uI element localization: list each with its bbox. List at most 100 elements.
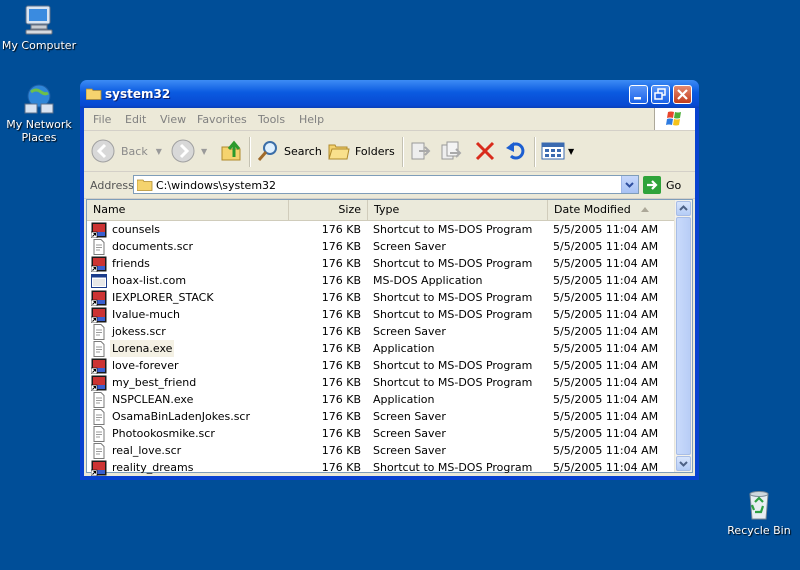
desktop-icon-recycle-bin[interactable]: Recycle Bin xyxy=(720,488,798,537)
file-size: 176 KB xyxy=(321,223,361,236)
scroll-down-button[interactable] xyxy=(676,456,691,471)
delete-button[interactable] xyxy=(474,139,496,163)
file-size: 176 KB xyxy=(321,393,361,406)
move-to-button[interactable] xyxy=(409,139,431,163)
file-date-modified: 5/5/2005 11:04 AM xyxy=(553,257,659,270)
file-row[interactable]: Lorena.exe 176 KB Application 5/5/2005 11:0… xyxy=(87,340,675,357)
back-button[interactable]: Back ▼ xyxy=(91,139,162,163)
file-row[interactable]: Photookosmike.scr 176 KB Screen Saver 5/5/2… xyxy=(87,425,675,442)
file-row[interactable]: love-forever 176 KB Shortcut to MS-DOS Pro… xyxy=(87,357,675,374)
menu-favorites[interactable]: Favorites xyxy=(197,113,247,126)
views-button[interactable]: ▼ xyxy=(541,139,574,163)
file-name-cell: Lorena.exe xyxy=(91,340,175,357)
window-title: system32 xyxy=(105,87,171,101)
file-type: Screen Saver xyxy=(373,325,446,338)
column-header-name[interactable]: Name xyxy=(87,200,289,220)
go-button[interactable]: Go xyxy=(643,176,681,194)
column-header-type[interactable]: Type xyxy=(368,200,548,220)
standard-toolbar: Back ▼ ▼ Search Folders ▼ xyxy=(84,131,695,172)
file-name: friends xyxy=(112,257,150,270)
chevron-down-icon xyxy=(679,461,688,467)
file-row[interactable]: documents.scr 176 KB Screen Saver 5/5/2005 … xyxy=(87,238,675,255)
file-type: Shortcut to MS-DOS Program xyxy=(373,223,533,236)
address-label: Address xyxy=(90,179,134,192)
file-type: Application xyxy=(373,342,435,355)
menu-tools[interactable]: Tools xyxy=(258,113,285,126)
up-folder-button[interactable] xyxy=(220,139,244,163)
msdos-shortcut-icon xyxy=(90,375,107,391)
file-row[interactable]: counsels 176 KB Shortcut to MS-DOS Program… xyxy=(87,221,675,238)
column-header-date-label: Date Modified xyxy=(554,203,631,216)
msdos-shortcut-icon xyxy=(90,256,107,272)
menu-view[interactable]: View xyxy=(160,113,186,126)
desktop-icon-my-computer[interactable]: My Computer xyxy=(0,3,78,52)
scroll-thumb[interactable] xyxy=(676,217,691,455)
file-row[interactable]: my_best_friend 176 KB Shortcut to MS-DOS P… xyxy=(87,374,675,391)
file-date-modified: 5/5/2005 11:04 AM xyxy=(553,291,659,304)
file-type: Screen Saver xyxy=(373,410,446,423)
column-header-size[interactable]: Size xyxy=(289,200,368,220)
file-row[interactable]: friends 176 KB Shortcut to MS-DOS Program 5… xyxy=(87,255,675,272)
file-row[interactable]: NSPCLEAN.exe 176 KB Application 5/5/2005 11… xyxy=(87,391,675,408)
msdos-shortcut-icon xyxy=(90,460,107,476)
file-date-modified: 5/5/2005 11:04 AM xyxy=(553,223,659,236)
recycle-bin-icon xyxy=(742,488,776,522)
file-date-modified: 5/5/2005 11:04 AM xyxy=(553,376,659,389)
file-name-cell: friends xyxy=(90,255,152,272)
msdos-app-icon xyxy=(91,273,107,289)
menu-file[interactable]: File xyxy=(93,113,111,126)
file-row[interactable]: reality_dreams 176 KB Shortcut to MS-DOS P… xyxy=(87,459,675,476)
file-name: love-forever xyxy=(112,359,179,372)
column-header-date[interactable]: Date Modified xyxy=(548,200,675,220)
file-name-cell: counsels xyxy=(90,221,162,238)
file-row[interactable]: Ivalue-much 176 KB Shortcut to MS-DOS Prog… xyxy=(87,306,675,323)
close-button[interactable] xyxy=(673,85,692,104)
file-row[interactable]: IEXPLORER_STACK 176 KB Shortcut to MS-DOS … xyxy=(87,289,675,306)
file-date-modified: 5/5/2005 11:04 AM xyxy=(553,359,659,372)
file-size: 176 KB xyxy=(321,359,361,372)
title-bar[interactable]: system32 xyxy=(80,80,699,108)
file-date-modified: 5/5/2005 11:04 AM xyxy=(553,410,659,423)
file-name: my_best_friend xyxy=(112,376,197,389)
window-client-area: File Edit View Favorites Tools Help Back… xyxy=(84,108,695,476)
file-size: 176 KB xyxy=(321,461,361,474)
file-name-cell: OsamaBinLadenJokes.scr xyxy=(91,408,252,425)
address-input[interactable]: C:\windows\system32 xyxy=(133,175,639,194)
file-row[interactable]: hoax-list.com 176 KB MS-DOS Application 5/5… xyxy=(87,272,675,289)
file-date-modified: 5/5/2005 11:04 AM xyxy=(553,427,659,440)
file-name: IEXPLORER_STACK xyxy=(112,291,214,304)
file-name: real_love.scr xyxy=(112,444,182,457)
minimize-button[interactable] xyxy=(629,85,648,104)
scroll-up-button[interactable] xyxy=(676,201,691,216)
address-value: C:\windows\system32 xyxy=(156,179,277,192)
file-row[interactable]: OsamaBinLadenJokes.scr 176 KB Screen Saver… xyxy=(87,408,675,425)
file-type: Shortcut to MS-DOS Program xyxy=(373,359,533,372)
undo-button[interactable] xyxy=(505,139,527,163)
folders-button[interactable]: Folders xyxy=(328,139,395,163)
network-places-icon xyxy=(22,82,56,116)
menu-help[interactable]: Help xyxy=(299,113,324,126)
address-dropdown-button[interactable] xyxy=(621,176,638,193)
file-size: 176 KB xyxy=(321,291,361,304)
file-date-modified: 5/5/2005 11:04 AM xyxy=(553,461,659,474)
chevron-up-icon xyxy=(679,205,688,211)
forward-button[interactable]: ▼ xyxy=(171,139,207,163)
maximize-button[interactable] xyxy=(651,85,670,104)
desktop-icon-network-places[interactable]: My Network Places xyxy=(0,82,78,144)
explorer-window: system32 File Edit View Favorites Tools … xyxy=(80,80,699,480)
copy-to-button[interactable] xyxy=(440,139,462,163)
menu-edit[interactable]: Edit xyxy=(125,113,146,126)
desktop-icon-label: Recycle Bin xyxy=(727,524,791,537)
file-name: reality_dreams xyxy=(112,461,194,474)
file-name-cell: IEXPLORER_STACK xyxy=(90,289,216,306)
file-row[interactable]: real_love.scr 176 KB Screen Saver 5/5/2005 … xyxy=(87,442,675,459)
file-name: jokess.scr xyxy=(112,325,166,338)
file-name-cell: real_love.scr xyxy=(91,442,183,459)
file-row[interactable]: jokess.scr 176 KB Screen Saver 5/5/2005 11:… xyxy=(87,323,675,340)
search-button[interactable]: Search xyxy=(256,139,322,163)
vertical-scrollbar[interactable] xyxy=(674,200,692,472)
file-size: 176 KB xyxy=(321,274,361,287)
msdos-shortcut-icon xyxy=(90,358,107,374)
file-type: Shortcut to MS-DOS Program xyxy=(373,291,533,304)
file-name-cell: hoax-list.com xyxy=(91,272,188,289)
